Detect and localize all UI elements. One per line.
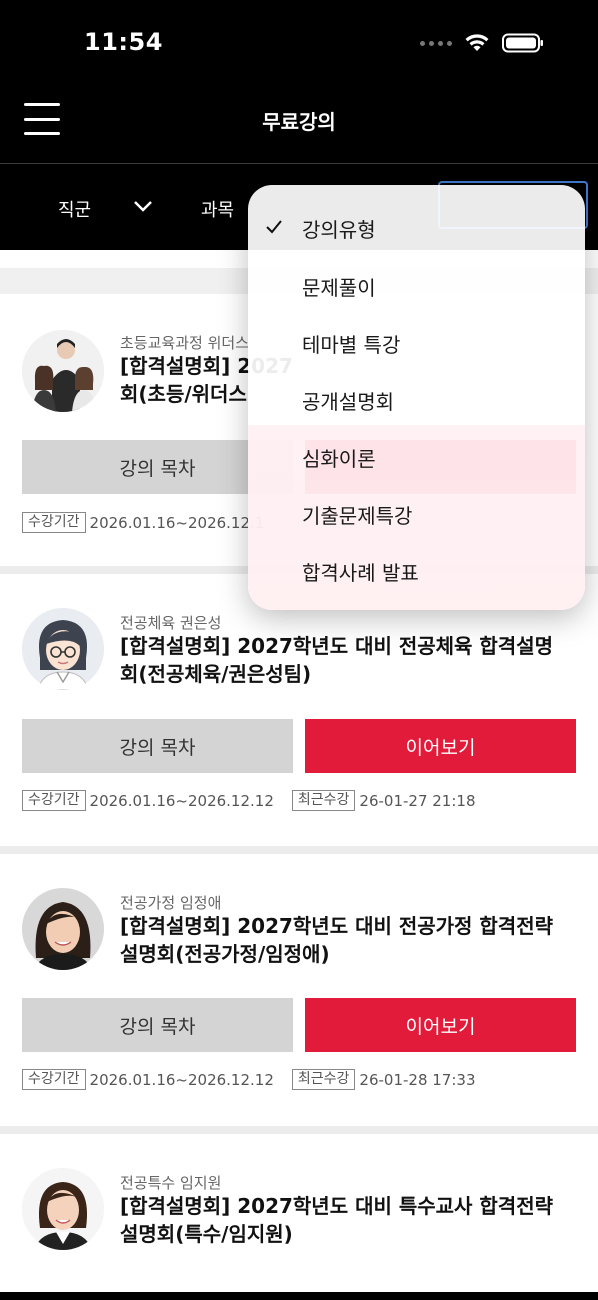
period-tag: 수강기간 bbox=[22, 1069, 86, 1090]
course-instructor: 초등교육과정 위더스 bbox=[120, 334, 249, 352]
lecture-type-dropdown: 강의유형 문제풀이 테마별 특강 공개설명회 심화이론 기출문제특강 합격사례 … bbox=[248, 185, 585, 610]
continue-button[interactable]: 이어보기 bbox=[305, 719, 576, 773]
recent-tag: 최근수강 bbox=[291, 1069, 356, 1090]
status-icons bbox=[420, 33, 544, 53]
toc-button[interactable]: 강의 목차 bbox=[22, 719, 293, 773]
course-title[interactable]: [합격설명회] 2027학년도 대비 전공가정 합격전략 설명회(전공가정/임정… bbox=[120, 912, 560, 968]
course-title-line: [합격설명회] 2027학년도 대비 특수교사 합격전략 bbox=[120, 1194, 553, 1218]
period-tag: 수강기간 bbox=[22, 512, 86, 533]
battery-icon bbox=[502, 33, 543, 53]
course-title-line: 회(전공체육/권은성팀) bbox=[120, 662, 312, 686]
app-header: 무료강의 bbox=[0, 90, 598, 164]
course-meta: 수강기간 2026.01.16~2026.12.1 bbox=[22, 512, 278, 533]
course-title[interactable]: [합격설명회] 2027학년도 대비 특수교사 합격전략 설명회(특수/임지원) bbox=[120, 1192, 560, 1248]
course-title-line: [합격설명회] 2027학년도 대비 전공가정 합격전략 bbox=[120, 914, 553, 938]
card-separator bbox=[0, 846, 598, 854]
card-separator bbox=[0, 1126, 598, 1134]
instructor-avatar bbox=[22, 1168, 104, 1250]
period-value: 2026.01.16~2026.12.12 bbox=[89, 791, 274, 810]
course-card: 전공체육 권은성 [합격설명회] 2027학년도 대비 전공체육 합격설명 회(… bbox=[0, 574, 598, 846]
toc-button[interactable]: 강의 목차 bbox=[22, 998, 293, 1052]
bottom-bar bbox=[0, 1292, 598, 1300]
period-value: 2026.01.16~2026.12.12 bbox=[89, 1070, 274, 1089]
period-tag: 수강기간 bbox=[22, 790, 86, 811]
chevron-down-icon[interactable] bbox=[132, 198, 154, 214]
filter-subject[interactable]: 과목 bbox=[201, 196, 234, 222]
course-title-line: 설명회(특수/임지원) bbox=[120, 1222, 293, 1246]
course-title-line: [합격설명회] 2027학년도 대비 전공체육 합격설명 bbox=[120, 634, 553, 658]
filter-job[interactable]: 직군 bbox=[58, 196, 91, 222]
course-title-line: 설명회(전공가정/임정애) bbox=[120, 942, 330, 966]
instructor-avatar bbox=[22, 888, 104, 970]
dropdown-item-open-briefing[interactable]: 공개설명회 bbox=[302, 386, 394, 415]
status-time: 11:54 bbox=[84, 28, 163, 56]
dropdown-item-success-stories[interactable]: 합격사례 발표 bbox=[302, 557, 419, 586]
dropdown-item-lecture-type[interactable]: 강의유형 bbox=[302, 214, 376, 243]
dropdown-item-past-exam[interactable]: 기출문제특강 bbox=[302, 500, 412, 529]
course-instructor: 전공특수 임지원 bbox=[120, 1174, 222, 1192]
course-card: 전공특수 임지원 [합격설명회] 2027학년도 대비 특수교사 합격전략 설명… bbox=[0, 1134, 598, 1292]
course-meta: 수강기간 2026.01.16~2026.12.12 최근수강 26-01-27… bbox=[22, 790, 476, 811]
course-instructor: 전공체육 권은성 bbox=[120, 614, 222, 632]
signal-dots-icon bbox=[420, 40, 452, 46]
wifi-icon bbox=[465, 34, 489, 51]
course-card: 전공가정 임정애 [합격설명회] 2027학년도 대비 전공가정 합격전략 설명… bbox=[0, 854, 598, 1126]
instructor-avatar bbox=[22, 330, 104, 412]
dropdown-item-advanced-theory[interactable]: 심화이론 bbox=[302, 443, 376, 472]
recent-value: 26-01-27 21:18 bbox=[359, 791, 476, 810]
status-bar: 11:54 bbox=[0, 0, 598, 90]
dropdown-item-theme-lecture[interactable]: 테마별 특강 bbox=[302, 329, 400, 358]
checkmark-icon bbox=[266, 220, 282, 234]
recent-tag: 최근수강 bbox=[291, 790, 356, 811]
course-instructor: 전공가정 임정애 bbox=[120, 894, 222, 912]
period-value: 2026.01.16~2026.12.1 bbox=[89, 513, 265, 532]
page-title: 무료강의 bbox=[262, 110, 336, 134]
course-meta: 수강기간 2026.01.16~2026.12.12 최근수강 26-01-28… bbox=[22, 1069, 476, 1090]
course-title[interactable]: [합격설명회] 2027학년도 대비 전공체육 합격설명 회(전공체육/권은성팀… bbox=[120, 632, 560, 688]
recent-value: 26-01-28 17:33 bbox=[359, 1070, 476, 1089]
instructor-avatar bbox=[22, 608, 104, 690]
continue-button[interactable]: 이어보기 bbox=[305, 998, 576, 1052]
dropdown-item-problem-solving[interactable]: 문제풀이 bbox=[302, 272, 376, 301]
